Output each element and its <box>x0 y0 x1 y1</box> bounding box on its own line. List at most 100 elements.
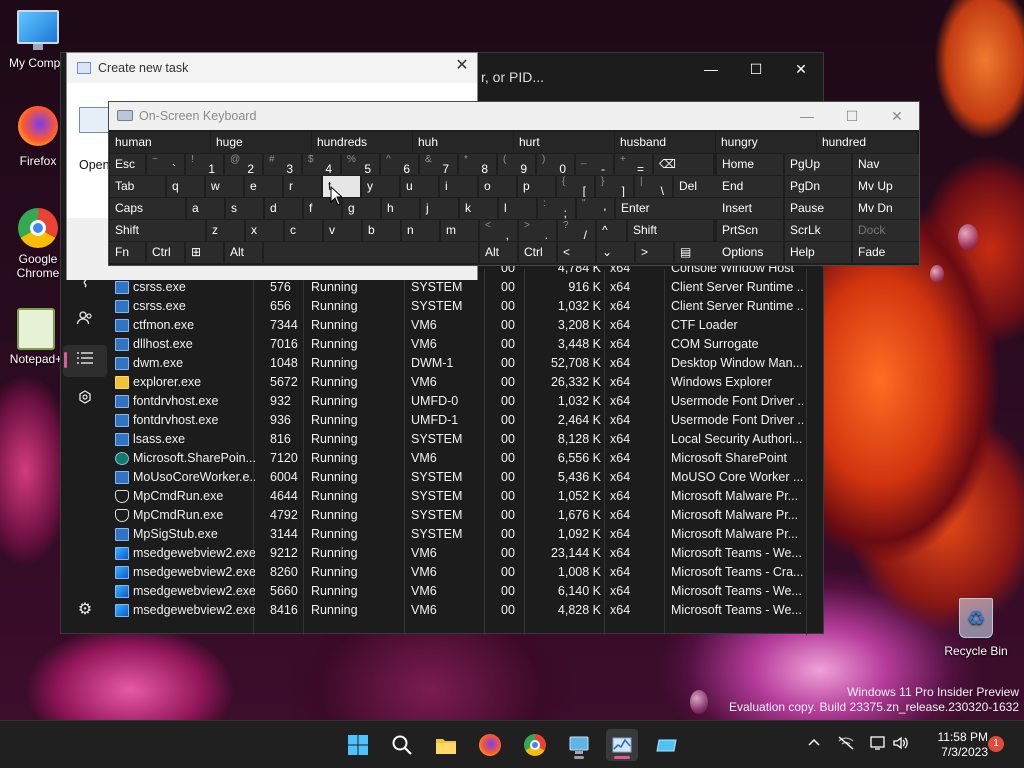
key-[interactable]: ⊞ <box>186 242 223 263</box>
key-[interactable]: > <box>636 242 673 263</box>
key-prtscn[interactable]: PrtScn <box>717 220 783 241</box>
key-scrlk[interactable]: ScrLk <box>785 220 851 241</box>
key-pgup[interactable]: PgUp <box>785 154 851 175</box>
key-[interactable]: ^ <box>597 220 626 241</box>
key-Tab[interactable]: Tab <box>110 176 165 197</box>
details-icon[interactable] <box>73 349 97 373</box>
network-off-icon[interactable] <box>836 735 856 755</box>
key-Alt[interactable]: Alt <box>480 242 517 263</box>
remote-desktop-button[interactable] <box>563 729 595 761</box>
key-3[interactable]: #3 <box>264 154 301 175</box>
key-Caps[interactable]: Caps <box>110 198 185 219</box>
table-row[interactable]: msedgewebview2.exe 8416 Running VM6 00 4,828 … <box>113 601 813 620</box>
prediction-huh[interactable]: huh <box>413 132 513 153</box>
key-u[interactable]: u <box>401 176 438 197</box>
key-pgdn[interactable]: PgDn <box>785 176 851 197</box>
key-n[interactable]: n <box>402 220 439 241</box>
key-Alt[interactable]: Alt <box>225 242 262 263</box>
table-row[interactable]: msedgewebview2.exe 9212 Running VM6 00 23,144… <box>113 544 813 563</box>
key-[interactable]: ~ ` <box>147 154 184 175</box>
key-insert[interactable]: Insert <box>717 198 783 219</box>
table-row[interactable]: msedgewebview2.exe 8260 Running VM6 00 1,008 … <box>113 563 813 582</box>
key-z[interactable]: z <box>207 220 244 241</box>
chrome-button[interactable] <box>519 729 551 761</box>
key-4[interactable]: $4 <box>303 154 340 175</box>
table-row[interactable]: Microsoft.SharePoin... 7120 Running VM6 00 6,… <box>113 449 813 468</box>
table-row[interactable]: msedgewebview2.exe 5660 Running VM6 00 6,140 … <box>113 582 813 601</box>
prediction-hungry[interactable]: hungry <box>716 132 816 153</box>
prediction-human[interactable]: human <box>110 132 210 153</box>
prediction-hundreds[interactable]: hundreds <box>312 132 412 153</box>
close-button[interactable]: ✕ <box>789 59 813 79</box>
table-row[interactable]: lsass.exe 816 Running SYSTEM 00 8,128 Kx64 Loc… <box>113 430 813 449</box>
table-row[interactable]: dllhost.exe 7016 Running VM6 00 3,448 Kx64 COM… <box>113 335 813 354</box>
key-Shift[interactable]: Shift <box>628 220 713 241</box>
key-y[interactable]: y <box>362 176 399 197</box>
key-home[interactable]: Home <box>717 154 783 175</box>
prediction-husband[interactable]: husband <box>615 132 715 153</box>
key-d[interactable]: d <box>265 198 302 219</box>
on-screen-keyboard-window[interactable]: On-Screen Keyboard — ☐ ✕ human hug e hundre… <box>108 101 920 266</box>
key-g[interactable]: g <box>343 198 380 219</box>
table-row[interactable]: MpCmdRun.exe 4792 Running SYSTEM 00 1,676 Kx6… <box>113 506 813 525</box>
key-[interactable]: ⌫ <box>654 154 713 175</box>
key-[interactable]: + = <box>615 154 652 175</box>
osk-titlebar[interactable]: On-Screen Keyboard — ☐ ✕ <box>109 102 919 130</box>
key-s[interactable]: s <box>226 198 263 219</box>
key-e[interactable]: e <box>245 176 282 197</box>
table-row[interactable]: ctfmon.exe 7344 Running VM6 00 3,208 Kx64 CTF … <box>113 316 813 335</box>
display-icon[interactable] <box>868 735 888 755</box>
key-Ctrl[interactable]: Ctrl <box>519 242 556 263</box>
key-pause[interactable]: Pause <box>785 198 851 219</box>
key-dock[interactable]: Dock <box>853 220 919 241</box>
prediction-hurt[interactable]: hurt <box>514 132 614 153</box>
key-[interactable]: ? / <box>558 220 595 241</box>
key-x[interactable]: x <box>246 220 283 241</box>
clock[interactable]: 11:58 PM 7/3/2023 <box>918 730 988 760</box>
key-fade[interactable]: Fade <box>853 242 919 263</box>
firefox-button[interactable] <box>474 729 506 761</box>
key-mv-dn[interactable]: Mv Dn <box>853 198 919 219</box>
maximize-button[interactable]: ☐ <box>744 59 768 79</box>
close-button[interactable]: ✕ <box>453 57 471 75</box>
table-row[interactable]: fontdrvhost.exe 932 Running UMFD-0 00 1,032 K… <box>113 392 813 411</box>
table-row[interactable]: dwm.exe 1048 Running DWM-1 00 52,708 Kx64 Desk… <box>113 354 813 373</box>
chevron-up-icon[interactable] <box>804 735 824 755</box>
key-a[interactable]: a <box>187 198 224 219</box>
file-explorer-button[interactable] <box>430 729 462 761</box>
key-[interactable]: < <box>558 242 595 263</box>
key-Esc[interactable]: Esc <box>110 154 145 175</box>
maximize-button[interactable]: ☐ <box>842 106 862 126</box>
key-5[interactable]: % 5 <box>342 154 379 175</box>
key-2[interactable]: @2 <box>225 154 262 175</box>
table-row[interactable]: MoUsoCoreWorker.e... 6004 Running SYSTEM 00 5… <box>113 468 813 487</box>
key-k[interactable]: k <box>460 198 497 219</box>
osk-button[interactable] <box>651 729 683 761</box>
desktop-icon-recycle-bin[interactable]: ♻ Recycle Bin <box>938 598 1014 658</box>
key-w[interactable]: w <box>206 176 243 197</box>
key-help[interactable]: Help <box>785 242 851 263</box>
key-9[interactable]: (9 <box>498 154 535 175</box>
key-7[interactable]: & 7 <box>420 154 457 175</box>
key-q[interactable]: q <box>167 176 204 197</box>
key-r[interactable]: r <box>284 176 321 197</box>
search-input[interactable]: r, or PID... <box>481 69 544 85</box>
table-row[interactable]: fontdrvhost.exe 936 Running UMFD-1 00 2,464 K… <box>113 411 813 430</box>
services-icon[interactable] <box>73 389 97 413</box>
table-row[interactable]: explorer.exe 5672 Running VM6 00 26,332 Kx64 W… <box>113 373 813 392</box>
notification-badge[interactable]: 1 <box>988 736 1004 752</box>
key-b[interactable]: b <box>363 220 400 241</box>
start-button[interactable] <box>342 729 374 761</box>
key-[interactable]: " ' <box>577 198 614 219</box>
volume-icon[interactable] <box>891 735 911 755</box>
key-1[interactable]: ! 1 <box>186 154 223 175</box>
key-Ctrl[interactable]: Ctrl <box>147 242 184 263</box>
key-h[interactable]: h <box>382 198 419 219</box>
key-Shift[interactable]: Shift <box>110 220 205 241</box>
key-[interactable]: | \ <box>635 176 672 197</box>
table-row[interactable]: csrss.exe 656 Running SYSTEM 00 1,032 Kx64 Cli… <box>113 297 813 316</box>
table-row[interactable]: MpSigStub.exe 3144 Running SYSTEM 00 1,092 Kx… <box>113 525 813 544</box>
key-0[interactable]: ) 0 <box>537 154 574 175</box>
key-Fn[interactable]: Fn <box>110 242 145 263</box>
close-button[interactable]: ✕ <box>887 106 907 126</box>
